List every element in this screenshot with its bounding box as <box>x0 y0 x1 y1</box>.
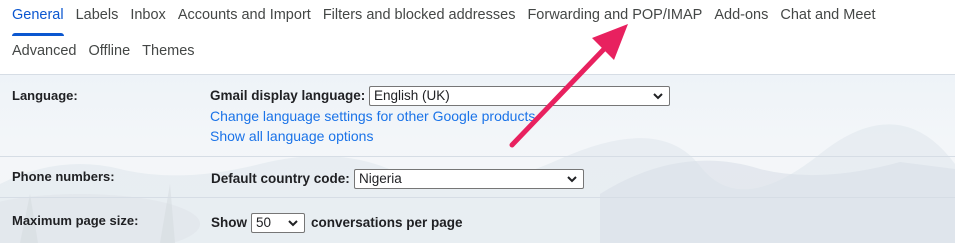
country-code-label: Default country code: <box>211 171 350 186</box>
chevron-down-icon <box>653 93 663 100</box>
tab-chat-and-meet[interactable]: Chat and Meet <box>774 0 881 36</box>
show-all-languages-link[interactable]: Show all language options <box>210 128 373 144</box>
display-language-select[interactable]: English (UK) <box>369 86 670 106</box>
chevron-down-icon <box>288 220 298 227</box>
tab-general[interactable]: General <box>6 0 70 36</box>
show-prefix: Show <box>211 215 247 230</box>
country-code-select[interactable]: Nigeria <box>354 169 584 189</box>
page-size-row: Maximum page size: Show 50 conversations… <box>0 197 955 243</box>
tab-row-1: General Labels Inbox Accounts and Import… <box>6 0 881 36</box>
settings-tabs: General Labels Inbox Accounts and Import… <box>0 0 955 74</box>
tab-advanced[interactable]: Advanced <box>6 36 83 72</box>
conversations-per-page-suffix: conversations per page <box>311 215 463 230</box>
page-size-select[interactable]: 50 <box>251 213 305 233</box>
tab-forwarding-and-pop-imap[interactable]: Forwarding and POP/IMAP <box>521 0 708 36</box>
tab-labels[interactable]: Labels <box>70 0 125 36</box>
language-row: Language: Gmail display language: Englis… <box>0 74 955 157</box>
tab-filters-and-blocked-addresses[interactable]: Filters and blocked addresses <box>317 0 522 36</box>
tab-themes[interactable]: Themes <box>136 36 200 72</box>
tab-row-2: Advanced Offline Themes <box>6 36 201 72</box>
language-label: Language: <box>12 88 78 103</box>
phone-numbers-row: Phone numbers: Default country code: Nig… <box>0 156 955 197</box>
tab-add-ons[interactable]: Add-ons <box>708 0 774 36</box>
display-language-label: Gmail display language: <box>210 88 366 103</box>
phone-numbers-label: Phone numbers: <box>12 169 115 184</box>
tab-inbox[interactable]: Inbox <box>124 0 171 36</box>
tab-offline[interactable]: Offline <box>83 36 137 72</box>
settings-panel: Language: Gmail display language: Englis… <box>0 74 955 243</box>
page-size-label: Maximum page size: <box>12 213 139 228</box>
chevron-down-icon <box>567 176 577 183</box>
tab-accounts-and-import[interactable]: Accounts and Import <box>172 0 317 36</box>
change-language-link[interactable]: Change language settings for other Googl… <box>210 108 535 124</box>
